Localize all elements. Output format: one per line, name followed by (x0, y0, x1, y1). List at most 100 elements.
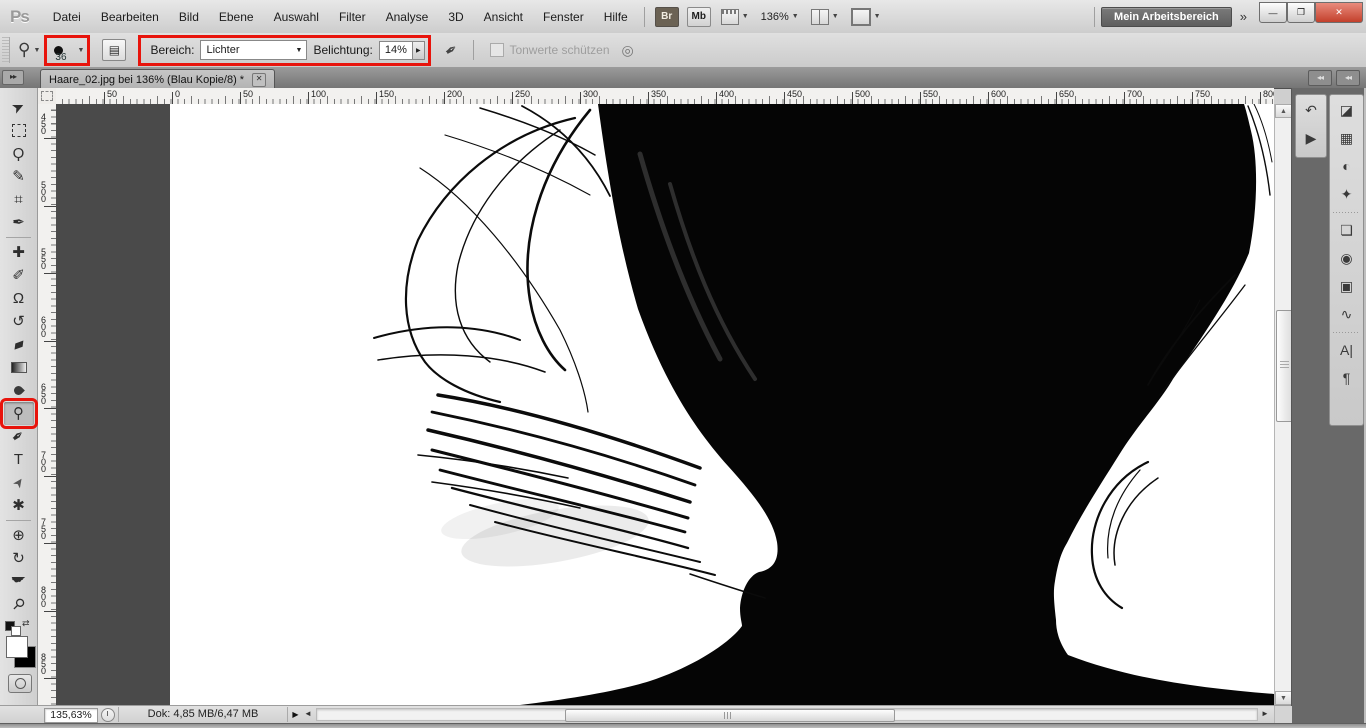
view-extras-button[interactable]: ▼ (721, 9, 749, 25)
healing-brush-tool[interactable]: ✚ (4, 241, 34, 264)
swap-colors-icon[interactable]: ⇄ (22, 618, 30, 629)
paragraph-panel-icon[interactable]: ¶ (1334, 365, 1360, 391)
ruler-major-tick (376, 92, 377, 104)
document-canvas[interactable] (56, 104, 1274, 705)
ruler-origin-corner[interactable] (38, 88, 57, 105)
toolbox-collapse-button[interactable]: ▸▸ (2, 70, 24, 85)
clone-stamp-tool[interactable]: Ω (4, 287, 34, 310)
window-bottom-frame (0, 723, 1366, 728)
blur-tool[interactable] (4, 379, 34, 402)
tab-close-icon[interactable]: ✕ (252, 73, 266, 87)
scroll-right-icon[interactable]: ► (1261, 709, 1269, 718)
move-tool[interactable]: ➤ (4, 96, 34, 119)
zoom-tool[interactable]: ⚲ (4, 593, 34, 616)
menu-hilfe[interactable]: Hilfe (594, 5, 638, 29)
screen-mode-button[interactable]: ▼ (851, 8, 881, 26)
ruler-major-tick (308, 92, 309, 104)
zoom-percentage-field[interactable]: 135,63% (44, 708, 98, 723)
swatches-panel-icon[interactable]: ▦ (1334, 125, 1360, 151)
custom-shape-tool[interactable]: ✱ (4, 494, 34, 517)
channels-panel-icon[interactable]: ◉ (1334, 245, 1360, 271)
current-tool-preset[interactable]: ⚲ ▼ (18, 40, 40, 60)
airbrush-toggle-icon[interactable]: ✒ (441, 39, 462, 61)
lasso-tool-icon: Ϙ (13, 146, 25, 161)
eraser-tool[interactable]: ▰ (4, 333, 34, 356)
pen-tool[interactable]: ✒ (4, 425, 34, 448)
chevron-down-icon: ▼ (874, 13, 881, 20)
menu-bearbeiten[interactable]: Bearbeiten (91, 5, 169, 29)
mini-bridge-button[interactable]: Mb (687, 7, 711, 27)
workspace-overflow-chevron[interactable]: » (1240, 9, 1245, 24)
bridge-button[interactable]: Br (655, 7, 679, 27)
foreground-color-swatch[interactable] (6, 636, 28, 658)
brush-tool[interactable]: ✐ (4, 264, 34, 287)
paths-panel-icon[interactable]: ∿ (1334, 301, 1360, 327)
horizontal-ruler[interactable]: 5005010015020025030035040045050055060065… (56, 88, 1274, 105)
menu-analyse[interactable]: Analyse (376, 5, 439, 29)
eyedropper-tool[interactable]: ✒ (4, 211, 34, 234)
ruler-major-tick (988, 92, 989, 104)
document-tab[interactable]: Haare_02.jpg bei 136% (Blau Kopie/8) * ✕ (40, 69, 275, 89)
masks-panel-icon[interactable]: ▣ (1334, 273, 1360, 299)
menu-datei[interactable]: Datei (43, 5, 91, 29)
close-button[interactable]: ✕ (1315, 2, 1363, 23)
menu-auswahl[interactable]: Auswahl (264, 5, 329, 29)
menu-fenster[interactable]: Fenster (533, 5, 594, 29)
bereich-dropdown[interactable]: Lichter ▼ (200, 40, 307, 60)
path-selection-tool[interactable]: ➤ (4, 471, 34, 494)
quick-mask-button[interactable] (8, 674, 32, 693)
menu-ebene[interactable]: Ebene (209, 5, 264, 29)
tonwerte-checkbox[interactable] (490, 43, 504, 57)
annotation-box-range-exposure: Bereich: Lichter ▼ Belichtung: 14% ▶ (138, 35, 430, 66)
chevron-down-icon[interactable]: ▼ (78, 47, 85, 54)
zoom-level-button[interactable]: 136% ▼ (761, 11, 799, 23)
dock-collapse-button-1[interactable]: ◂◂ (1308, 70, 1332, 86)
scroll-up-icon[interactable]: ▲ (1275, 104, 1292, 118)
menu-bild[interactable]: Bild (169, 5, 209, 29)
workspace-button[interactable]: Mein Arbeitsbereich (1101, 7, 1232, 27)
arrange-documents-button[interactable]: ▼ (811, 9, 839, 25)
history-panel-icon[interactable]: ↶ (1298, 97, 1324, 123)
dodge-tool[interactable]: ⚲ (4, 402, 34, 425)
character-panel-icon[interactable]: A| (1334, 337, 1360, 363)
menu-3d[interactable]: 3D (438, 5, 473, 29)
blur-tool-icon (12, 384, 25, 397)
vertical-scrollbar[interactable]: ▲ ▼ (1274, 104, 1291, 705)
minimize-button[interactable]: — (1259, 2, 1287, 23)
belichtung-input[interactable]: 14% (379, 41, 413, 60)
tablet-pressure-icon[interactable]: ◎ (622, 42, 634, 59)
scroll-left-icon[interactable]: ◄ (304, 709, 312, 718)
belichtung-slider-popup-button[interactable]: ▶ (413, 41, 425, 60)
dock-collapse-button-2[interactable]: ◂◂ (1336, 70, 1360, 86)
healing-brush-tool-icon: ✚ (12, 245, 25, 260)
quick-selection-tool[interactable]: ✎ (4, 165, 34, 188)
type-tool[interactable]: T (4, 448, 34, 471)
restore-button[interactable]: ❐ (1287, 2, 1315, 23)
layers-panel-icon[interactable]: ❏ (1334, 217, 1360, 243)
vertical-ruler[interactable]: 450500550600650700750800850 (38, 104, 57, 705)
document-tab-bar: ▸▸ Haare_02.jpg bei 136% (Blau Kopie/8) … (0, 67, 1366, 89)
menu-ansicht[interactable]: Ansicht (474, 5, 533, 29)
toggle-brushes-panel-button[interactable]: ▤ (102, 39, 126, 61)
color-panel-icon[interactable]: ◪ (1334, 97, 1360, 123)
ruler-label: 250 (515, 89, 530, 99)
horizontal-scrollbar-thumb[interactable] (565, 709, 895, 722)
hand-tool[interactable]: ☁ (4, 570, 34, 593)
marquee-tool[interactable] (4, 119, 34, 142)
crop-tool[interactable]: ⌗ (4, 188, 34, 211)
actions-panel-icon[interactable]: ▶ (1298, 125, 1324, 151)
default-colors-icon[interactable] (5, 618, 21, 632)
status-options-button[interactable]: ▶ (289, 707, 302, 722)
lasso-tool[interactable]: Ϙ (4, 142, 34, 165)
menu-filter[interactable]: Filter (329, 5, 376, 29)
scroll-down-icon[interactable]: ▼ (1275, 691, 1292, 705)
3d-orbit-tool[interactable]: ↻ (4, 547, 34, 570)
3d-rotate-tool[interactable]: ⊕ (4, 524, 34, 547)
canvas-area[interactable] (56, 104, 1274, 705)
gradient-tool[interactable] (4, 356, 34, 379)
adjustments-panel-icon[interactable]: ◐ (1334, 153, 1360, 179)
options-bar-grip[interactable] (2, 37, 10, 63)
horizontal-scrollbar[interactable] (316, 708, 1258, 721)
history-brush-tool[interactable]: ↺ (4, 310, 34, 333)
styles-panel-icon[interactable]: ✦ (1334, 181, 1360, 207)
